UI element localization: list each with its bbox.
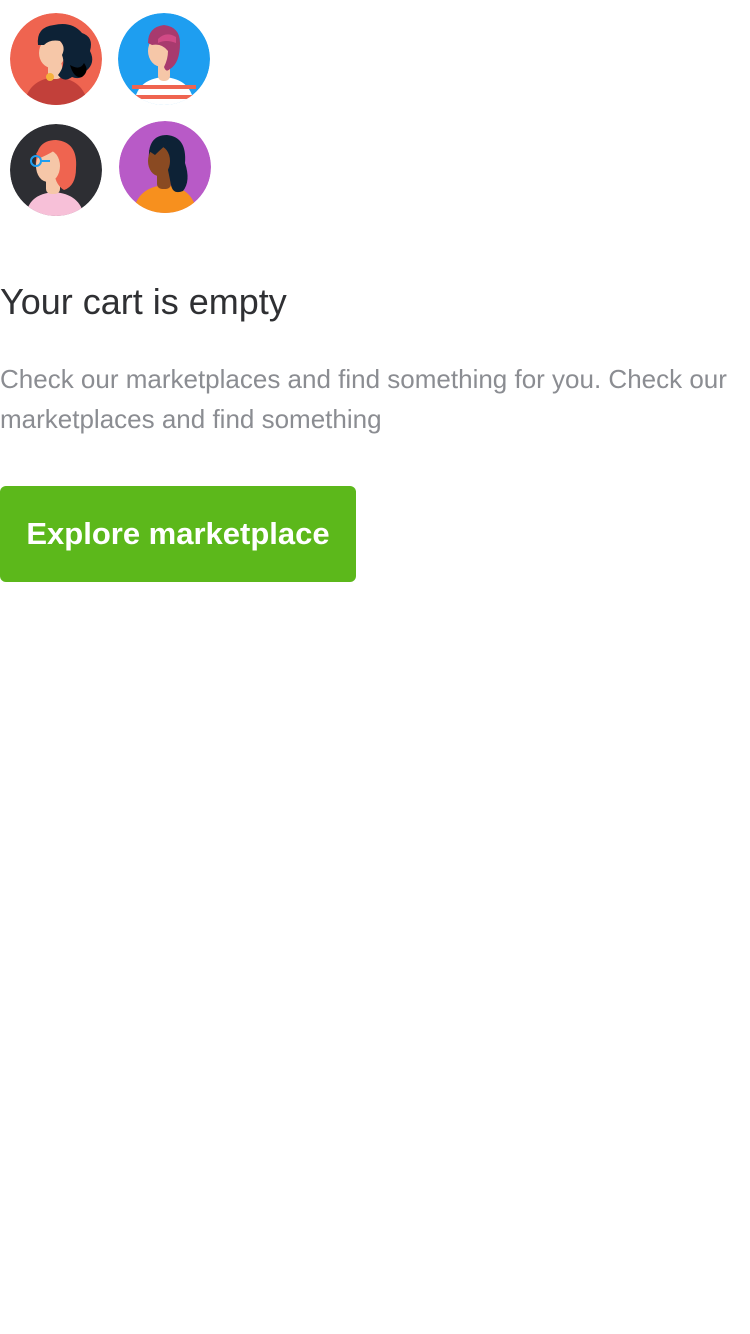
avatar-long-hair-woman xyxy=(119,121,211,213)
explore-marketplace-button[interactable]: Explore marketplace xyxy=(0,486,356,582)
empty-cart-description: Check our marketplaces and find somethin… xyxy=(0,364,727,434)
avatar-group xyxy=(10,13,212,216)
avatar-glasses-woman xyxy=(10,124,102,216)
avatar-bearded-man xyxy=(118,13,210,105)
empty-cart-title: Your cart is empty xyxy=(0,281,287,322)
avatar-curly-hair xyxy=(10,13,102,105)
